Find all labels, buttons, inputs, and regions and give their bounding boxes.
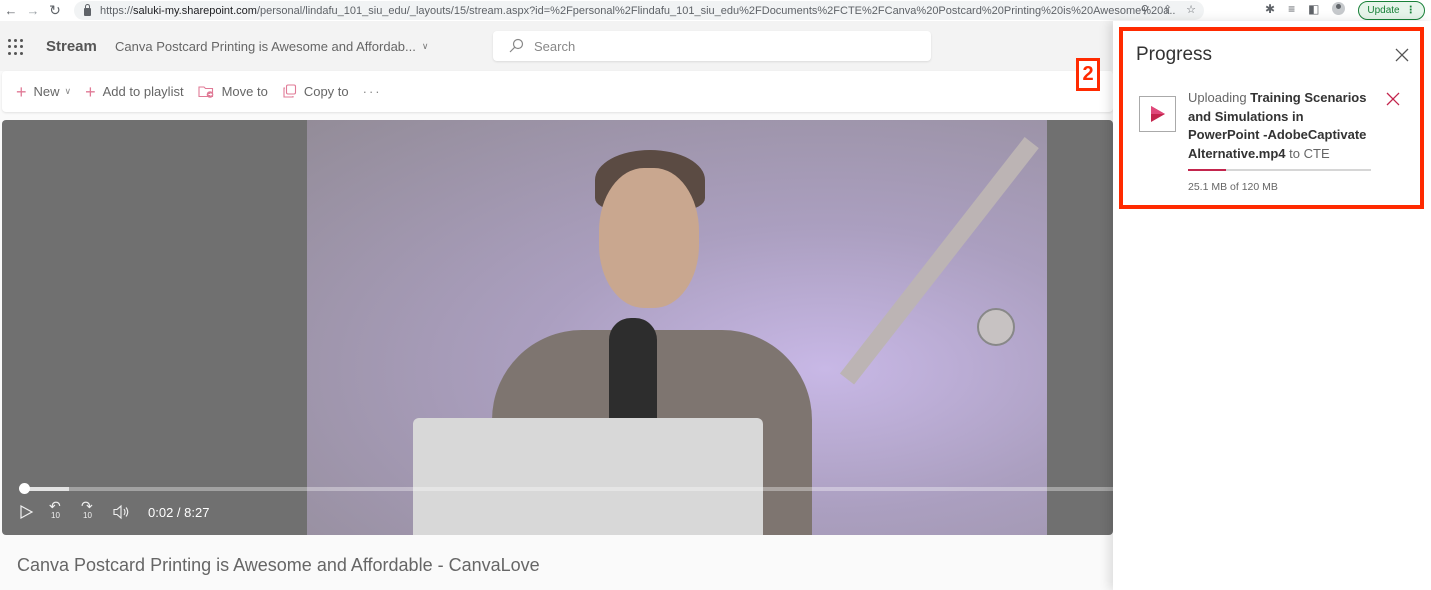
app-name[interactable]: Stream (46, 38, 97, 55)
app-header: Stream Canva Postcard Printing is Awesom… (0, 21, 1113, 71)
new-button[interactable]: + New ∨ (16, 83, 71, 101)
zoom-icon[interactable]: ⚲ (1141, 3, 1149, 16)
copy-to-button[interactable]: Copy to (282, 84, 349, 99)
video-presenter-head (599, 168, 699, 308)
new-label: New (33, 84, 60, 99)
omnibox-actions: ⚲ ⇧ ☆ (1141, 3, 1196, 16)
video-laptop (413, 418, 763, 535)
player-controls: ↶ 10 ↷ 10 0:02 / 8:27 (18, 498, 209, 521)
video-title: Canva Postcard Printing is Awesome and A… (17, 555, 540, 575)
breadcrumb-title: Canva Postcard Printing is Awesome and A… (115, 39, 416, 54)
annotation-badge: 2 (1076, 58, 1100, 91)
profile-icon[interactable] (1332, 2, 1346, 15)
browser-toolbar: ← → ↻ https://saluki-my.sharepoint.com/p… (0, 0, 1431, 21)
search-icon (509, 38, 524, 53)
plus-icon: + (85, 81, 96, 102)
skip-back-button[interactable]: ↶ 10 (48, 498, 66, 521)
move-to-label: Move to (221, 84, 268, 99)
more-icon[interactable]: ⋮ (1406, 5, 1416, 16)
forward-icon[interactable]: → (22, 3, 44, 18)
url-path: /personal/lindafu_101_siu_edu/_layouts/1… (256, 4, 1175, 17)
video-mic-arm (839, 137, 1039, 385)
chevron-down-icon: ∨ (421, 41, 429, 51)
back-icon[interactable]: ← (0, 3, 22, 18)
skip-forward-button[interactable]: ↷ 10 (80, 498, 98, 521)
video-player[interactable]: ↶ 10 ↷ 10 0:02 / 8:27 (2, 120, 1113, 535)
address-bar[interactable]: https://saluki-my.sharepoint.com/persona… (74, 1, 1204, 20)
seek-bar[interactable] (19, 483, 1113, 494)
side-panel-icon[interactable]: ◧ (1308, 2, 1319, 16)
time-current: 0:02 (148, 504, 174, 520)
chevron-down-icon: ∨ (64, 86, 72, 96)
update-button[interactable]: Update ⋮ (1358, 1, 1425, 20)
more-icon: ··· (362, 84, 382, 99)
video-microphone (609, 318, 657, 428)
search-input[interactable]: Search (493, 31, 931, 61)
url-host: saluki-my.sharepoint.com (133, 4, 257, 17)
screen: ← → ↻ https://saluki-my.sharepoint.com/p… (0, 0, 1431, 590)
share-icon[interactable]: ⇧ (1163, 3, 1172, 16)
volume-icon (113, 504, 129, 520)
time-total: 8:27 (184, 504, 210, 520)
seek-bar-thumb[interactable] (19, 483, 31, 494)
plus-icon: + (16, 81, 27, 102)
skip-back-seconds: 10 (51, 511, 60, 520)
app-launcher-icon[interactable] (8, 39, 24, 55)
url-scheme: https:// (100, 4, 134, 17)
bookmark-star-icon[interactable]: ☆ (1186, 3, 1196, 16)
volume-button[interactable] (112, 504, 130, 520)
update-label: Update (1367, 5, 1400, 16)
breadcrumb[interactable]: Canva Postcard Printing is Awesome and A… (115, 39, 428, 54)
move-folder-icon (198, 86, 213, 98)
time-display: 0:02 / 8:27 (148, 505, 209, 520)
copy-to-label: Copy to (303, 84, 349, 99)
search-placeholder: Search (534, 38, 576, 54)
url-text[interactable]: https://saluki-my.sharepoint.com/persona… (100, 5, 1175, 17)
command-bar: + New ∨ + Add to playlist Move to Copy t… (2, 71, 1113, 112)
extensions-icon[interactable]: ✱ (1265, 2, 1275, 16)
skip-forward-seconds: 10 (83, 511, 92, 520)
annotation-highlight-box (1119, 27, 1424, 209)
add-to-playlist-button[interactable]: + Add to playlist (85, 83, 183, 101)
reload-icon[interactable]: ↻ (44, 2, 66, 19)
time-separator: / (173, 504, 185, 520)
add-to-playlist-label: Add to playlist (102, 84, 184, 99)
reading-list-icon[interactable]: ≡ (1288, 2, 1295, 16)
more-actions-button[interactable]: ··· (363, 84, 382, 99)
video-mic-arm-joint (977, 308, 1015, 346)
copy-icon (283, 84, 296, 98)
lock-icon (84, 4, 91, 16)
play-icon (20, 504, 34, 520)
video-frame (307, 120, 1047, 535)
play-button[interactable] (18, 504, 34, 520)
extension-icons: ✱ ≡ ◧ (1265, 2, 1346, 16)
move-to-button[interactable]: Move to (198, 84, 268, 99)
